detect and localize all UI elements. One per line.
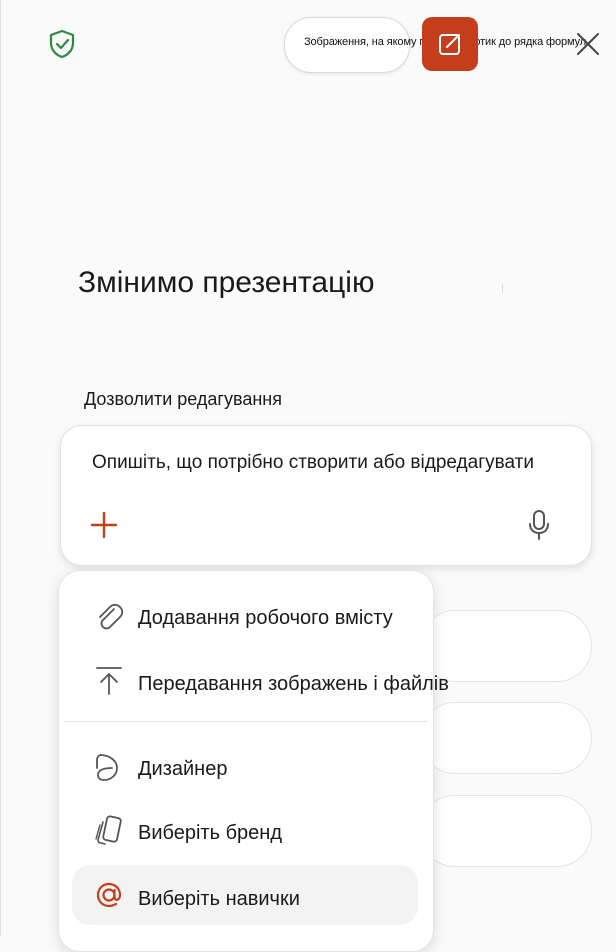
brand-cards-icon: [95, 815, 122, 845]
allow-editing-label: Дозволити редагування: [84, 389, 282, 409]
at-sign-icon: [96, 882, 122, 908]
designer-icon: [96, 754, 118, 781]
title-artifact: [502, 284, 503, 293]
menu-item-label: Виберіть бренд: [138, 822, 282, 844]
suggestion-pill[interactable]: [420, 610, 592, 682]
plus-icon[interactable]: [88, 509, 120, 541]
shield-check-icon: [49, 29, 75, 59]
new-edit-button[interactable]: [422, 17, 478, 71]
upload-icon: [96, 667, 122, 695]
menu-item-label: Передавання зображень і файлів: [138, 673, 449, 695]
page-title: Змінимо презентацію: [78, 266, 375, 299]
menu-item-label: Виберіть навички: [138, 888, 300, 910]
close-icon[interactable]: [574, 30, 602, 58]
prompt-input[interactable]: Опишіть, що потрібно створити або відред…: [92, 452, 534, 474]
prompt-card[interactable]: [60, 425, 592, 566]
menu-divider: [64, 721, 428, 722]
suggestion-pill[interactable]: [420, 795, 592, 867]
edit-square-icon: [439, 34, 460, 55]
menu-item-label: Додавання робочого вмісту: [138, 607, 393, 629]
suggestion-pill[interactable]: [420, 702, 592, 774]
paperclip-icon: [99, 603, 124, 630]
menu-item-label: Дизайнер: [138, 758, 228, 780]
microphone-icon[interactable]: [524, 508, 554, 542]
panel-left-border: [0, 0, 1, 936]
